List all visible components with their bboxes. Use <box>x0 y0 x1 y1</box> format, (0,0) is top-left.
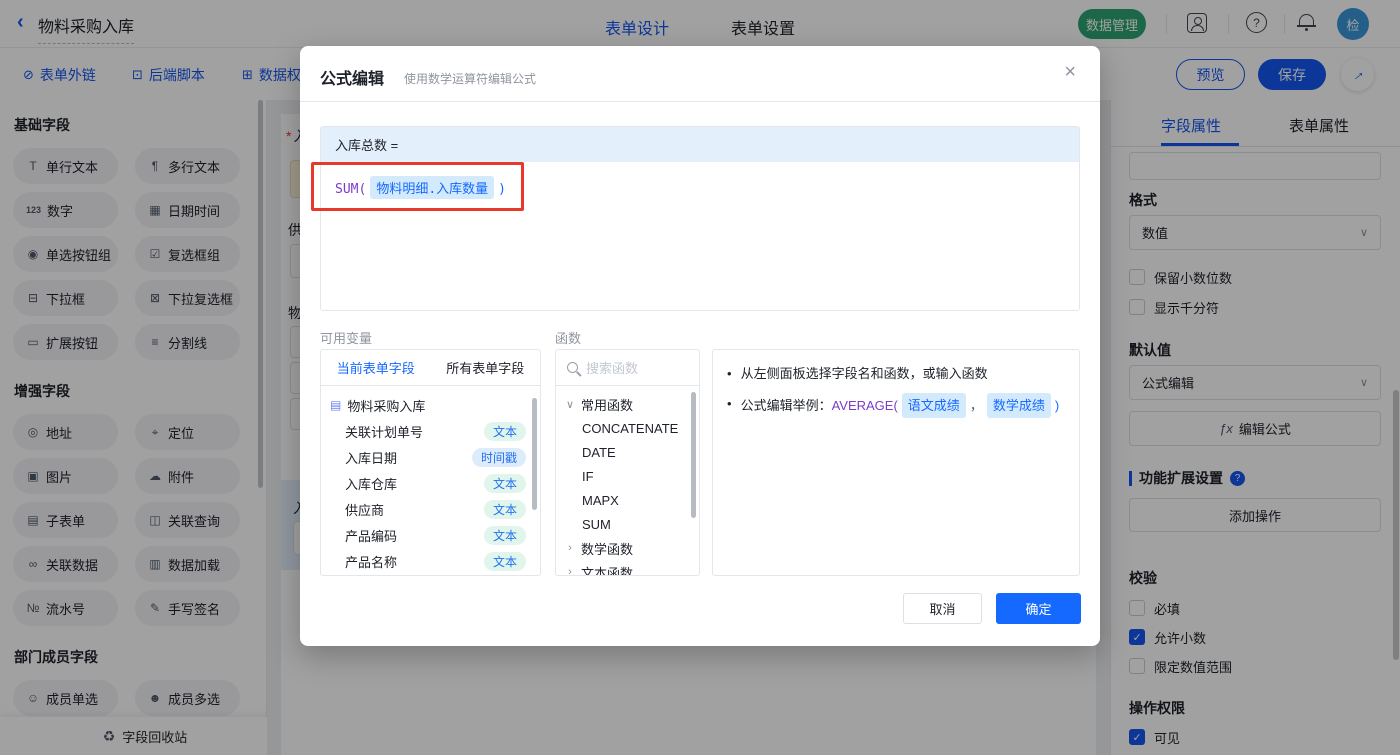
example-token: 语文成绩 <box>901 393 966 418</box>
field-type-badge: 文本 <box>483 551 526 571</box>
help-text: 从左侧面板选择字段名和函数，或输入函数 <box>740 366 988 381</box>
group-label: 文本函数 <box>581 565 634 576</box>
cancel-button[interactable]: 取消 <box>903 593 982 624</box>
function-item-date[interactable]: DATE <box>556 440 699 464</box>
formula-edit-modal: 公式编辑 使用数学运算符编辑公式 × 入库总数 = SUM(物料明细.入库数量)… <box>300 46 1100 646</box>
variables-panel: 当前表单字段 所有表单字段 ▤ 物料采购入库 关联计划单号 文本 入库日期 时间… <box>320 349 541 576</box>
variables-scrollbar[interactable] <box>532 398 537 510</box>
modal-title: 公式编辑 <box>320 71 385 88</box>
variable-field-row[interactable]: 供应商 文本 <box>321 496 540 522</box>
variable-field-row[interactable]: 入库仓库 文本 <box>321 470 540 496</box>
field-type-badge: 文本 <box>483 421 526 441</box>
help-example: 公式编辑举例：AVERAGE(语文成绩，数学成绩) <box>740 393 1060 418</box>
function-group-text[interactable]: › 文本函数 <box>556 560 699 576</box>
formula-field-token[interactable]: 物料明细.入库数量 <box>370 176 495 199</box>
function-group-math[interactable]: › 数学函数 <box>556 536 699 560</box>
document-icon: ▤ <box>330 398 342 412</box>
field-name: 供应商 <box>345 502 385 518</box>
example-close-paren: ) <box>1054 398 1060 413</box>
variables-tabs: 当前表单字段 所有表单字段 <box>321 350 540 386</box>
confirm-button[interactable]: 确定 <box>996 593 1081 624</box>
bullet: • <box>727 366 732 381</box>
modal-subtitle: 使用数学运算符编辑公式 <box>404 72 537 86</box>
chevron-right-icon: › <box>568 566 572 576</box>
formula-function: SUM( <box>335 182 367 197</box>
function-item-sum[interactable]: SUM <box>556 512 699 536</box>
formula-help-panel: • 从左侧面板选择字段名和函数，或输入函数 • 公式编辑举例：AVERAGE(语… <box>712 349 1080 576</box>
variable-field-row[interactable]: 产品编码 文本 <box>321 522 540 548</box>
function-group-common[interactable]: ∨ 常用函数 <box>556 392 699 416</box>
formula-editor: 入库总数 = SUM(物料明细.入库数量) <box>320 126 1080 311</box>
formula-close-paren: ) <box>498 182 506 197</box>
help-line-2: • 公式编辑举例：AVERAGE(语文成绩，数学成绩) <box>727 393 1065 418</box>
functions-label: 函数 <box>555 331 582 346</box>
formula-target: 入库总数 = <box>321 127 1079 162</box>
variables-tree-root[interactable]: ▤ 物料采购入库 <box>321 392 540 418</box>
field-type-badge: 时间戳 <box>471 447 526 467</box>
bullet: • <box>727 396 732 411</box>
field-type-badge: 文本 <box>483 525 526 545</box>
close-icon[interactable]: × <box>1064 62 1076 82</box>
chevron-down-icon: ∨ <box>565 398 575 411</box>
function-item-if[interactable]: IF <box>556 464 699 488</box>
field-name: 入库日期 <box>345 450 398 466</box>
field-name: 关联计划单号 <box>345 424 424 440</box>
functions-scrollbar[interactable] <box>691 392 696 518</box>
formula-input-area[interactable]: SUM(物料明细.入库数量) <box>321 162 1079 213</box>
tab-current-form-fields[interactable]: 当前表单字段 <box>321 350 431 385</box>
example-function: AVERAGE( <box>831 398 898 413</box>
help-line-1: • 从左侧面板选择字段名和函数，或输入函数 <box>727 363 1065 384</box>
function-item-mapx[interactable]: MAPX <box>556 488 699 512</box>
field-type-badge: 文本 <box>483 473 526 493</box>
function-item-concatenate[interactable]: CONCATENATE <box>556 416 699 440</box>
search-icon <box>567 362 578 373</box>
functions-panel: 搜索函数 ∨ 常用函数 CONCATENATE DATE IF MAPX SUM… <box>555 349 700 576</box>
field-type-badge: 文本 <box>483 499 526 519</box>
variable-field-row[interactable]: 产品名称 文本 <box>321 548 540 574</box>
function-search[interactable]: 搜索函数 <box>556 350 699 386</box>
tab-all-form-fields[interactable]: 所有表单字段 <box>431 350 541 385</box>
group-label: 数学函数 <box>581 541 634 557</box>
chevron-right-icon: › <box>568 542 572 554</box>
variable-field-row[interactable]: 关联计划单号 文本 <box>321 418 540 444</box>
variables-label: 可用变量 <box>320 331 373 346</box>
field-name: 产品编码 <box>345 528 398 544</box>
search-placeholder: 搜索函数 <box>586 361 639 376</box>
tree-root-label: 物料采购入库 <box>347 398 426 414</box>
example-prefix: 公式编辑举例： <box>740 398 832 413</box>
example-comma: ， <box>969 398 983 413</box>
variable-field-row[interactable]: 入库日期 时间戳 <box>321 444 540 470</box>
field-name: 入库仓库 <box>345 476 398 492</box>
app-window: ‹ 物料采购入库 表单设计 表单设置 数据管理 ? 检 ⊘ 表单外链 ⊡ 后端脚… <box>0 0 1400 755</box>
example-token: 数学成绩 <box>986 393 1051 418</box>
field-name: 产品名称 <box>345 554 398 570</box>
formula-target-label: 入库总数 = <box>335 138 399 153</box>
group-label: 常用函数 <box>581 397 634 413</box>
divider <box>300 101 1100 102</box>
